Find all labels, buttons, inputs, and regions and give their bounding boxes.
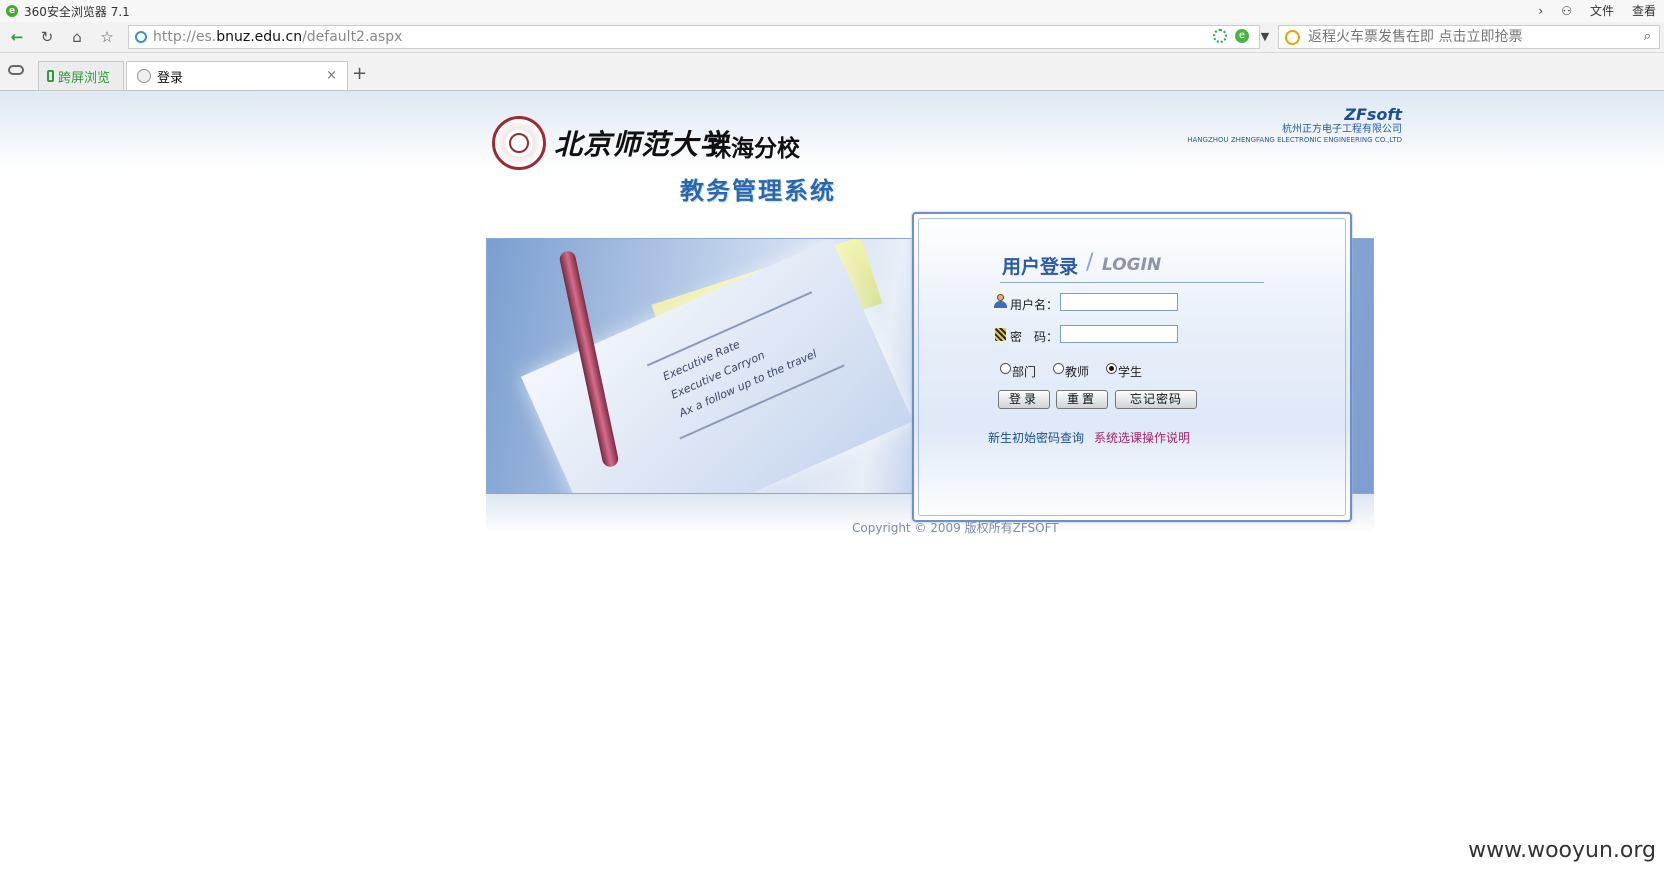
forgot-password-button[interactable]: 忘记密码	[1115, 390, 1197, 409]
role-label: 部门	[1012, 365, 1037, 379]
address-bar[interactable]: http://es.bnuz.edu.cn/default2.aspx e	[128, 25, 1260, 49]
vendor-logo: ZFsoft 杭州正方电子工程有限公司 HANGZHOU ZHENGFANG E…	[1187, 105, 1402, 145]
home-icon[interactable]: ⌂	[66, 26, 88, 48]
role-label: 学生	[1118, 365, 1143, 379]
page-globe-icon	[135, 31, 147, 43]
university-name: 北京师范大学	[554, 128, 729, 161]
new-tab-button[interactable]: +	[352, 65, 367, 83]
role-radio-student[interactable]	[1106, 363, 1117, 374]
refresh-icon[interactable]: ↻	[36, 26, 58, 48]
page-content: 北京师范大学 珠海分校 教务管理系统 ZFsoft 杭州正方电子工程有限公司 H…	[0, 91, 1664, 869]
speed-mode-icon[interactable]	[1213, 29, 1227, 43]
branch-name: 珠海分校	[708, 135, 800, 162]
login-button[interactable]: 登录	[998, 390, 1050, 409]
phone-icon	[47, 70, 54, 82]
menu-file[interactable]: 文件	[1590, 2, 1614, 19]
vendor-name-en: HANGZHOU ZHENGFANG ELECTRONIC ENGINEERIN…	[1187, 136, 1402, 144]
page-favicon-icon	[137, 69, 151, 83]
user-icon	[994, 294, 1007, 308]
password-input[interactable]	[1060, 325, 1178, 343]
initial-password-link[interactable]: 新生初始密码查询	[988, 429, 1084, 446]
course-guide-link[interactable]: 系统选课操作说明	[1094, 429, 1190, 446]
chevron-down-icon[interactable]: ▼	[1254, 26, 1276, 48]
tab-cross-screen[interactable]: 跨屏浏览	[38, 61, 124, 90]
username-label: 用户名：	[1010, 298, 1059, 312]
back-arrow-icon[interactable]: ←	[6, 26, 28, 48]
watermark-text: www.wooyun.org	[1468, 838, 1656, 863]
system-title: 教务管理系统	[680, 177, 836, 205]
navigation-bar: ← ↻ ⌂ ☆ http://es.bnuz.edu.cn/default2.a…	[0, 22, 1664, 53]
search-input[interactable]	[1306, 28, 1630, 46]
menu-view[interactable]: 查看	[1632, 2, 1656, 19]
star-icon[interactable]: ☆	[96, 26, 118, 48]
login-title: 用户登录	[1002, 256, 1079, 278]
search-icon[interactable]: ⌕	[1644, 29, 1651, 44]
login-panel: 用户登录 / LOGIN 用户名： 密 码： 部门 教师 学生 登录 重置 忘记…	[912, 212, 1352, 522]
tab-login[interactable]: 登录 ×	[126, 61, 348, 90]
title-divider: /	[1086, 250, 1094, 275]
search-box[interactable]: ⌕	[1278, 25, 1660, 49]
reset-button[interactable]: 重置	[1056, 390, 1108, 409]
tab-bar: 跨屏浏览 登录 × +	[0, 53, 1664, 91]
browser-logo-icon: e	[6, 5, 18, 17]
vendor-brand: ZFsoft	[1344, 105, 1402, 124]
tab-label: 跨屏浏览	[58, 70, 111, 86]
user-icon[interactable]: ⚇	[1561, 4, 1572, 18]
chevron-right-icon[interactable]: ›	[1538, 4, 1543, 18]
login-title-en: LOGIN	[1102, 255, 1162, 275]
header-background	[0, 91, 1664, 171]
window-title: 360安全浏览器 7.1	[24, 4, 130, 19]
copyright-text: Copyright © 2009 版权所有ZFSOFT	[852, 521, 1059, 535]
close-icon[interactable]: ×	[326, 68, 337, 83]
cloud-icon[interactable]	[8, 65, 24, 75]
title-rule	[1000, 282, 1264, 283]
university-seal-logo	[492, 116, 546, 170]
password-lock-icon	[995, 328, 1006, 341]
tab-label: 登录	[157, 70, 184, 86]
url-text[interactable]: http://es.bnuz.edu.cn/default2.aspx	[153, 29, 402, 45]
search-engine-icon[interactable]	[1285, 29, 1300, 45]
window-titlebar: e 360安全浏览器 7.1 › ⚇ 文件 查看	[0, 0, 1664, 22]
role-radio-teacher[interactable]	[1053, 363, 1064, 374]
username-input[interactable]	[1060, 293, 1178, 311]
role-label: 教师	[1065, 365, 1090, 379]
role-radio-department[interactable]	[1000, 363, 1011, 374]
vendor-name-cn: 杭州正方电子工程有限公司	[1282, 124, 1402, 135]
ie-mode-icon[interactable]: e	[1235, 29, 1249, 43]
password-label: 密 码：	[1010, 330, 1059, 344]
